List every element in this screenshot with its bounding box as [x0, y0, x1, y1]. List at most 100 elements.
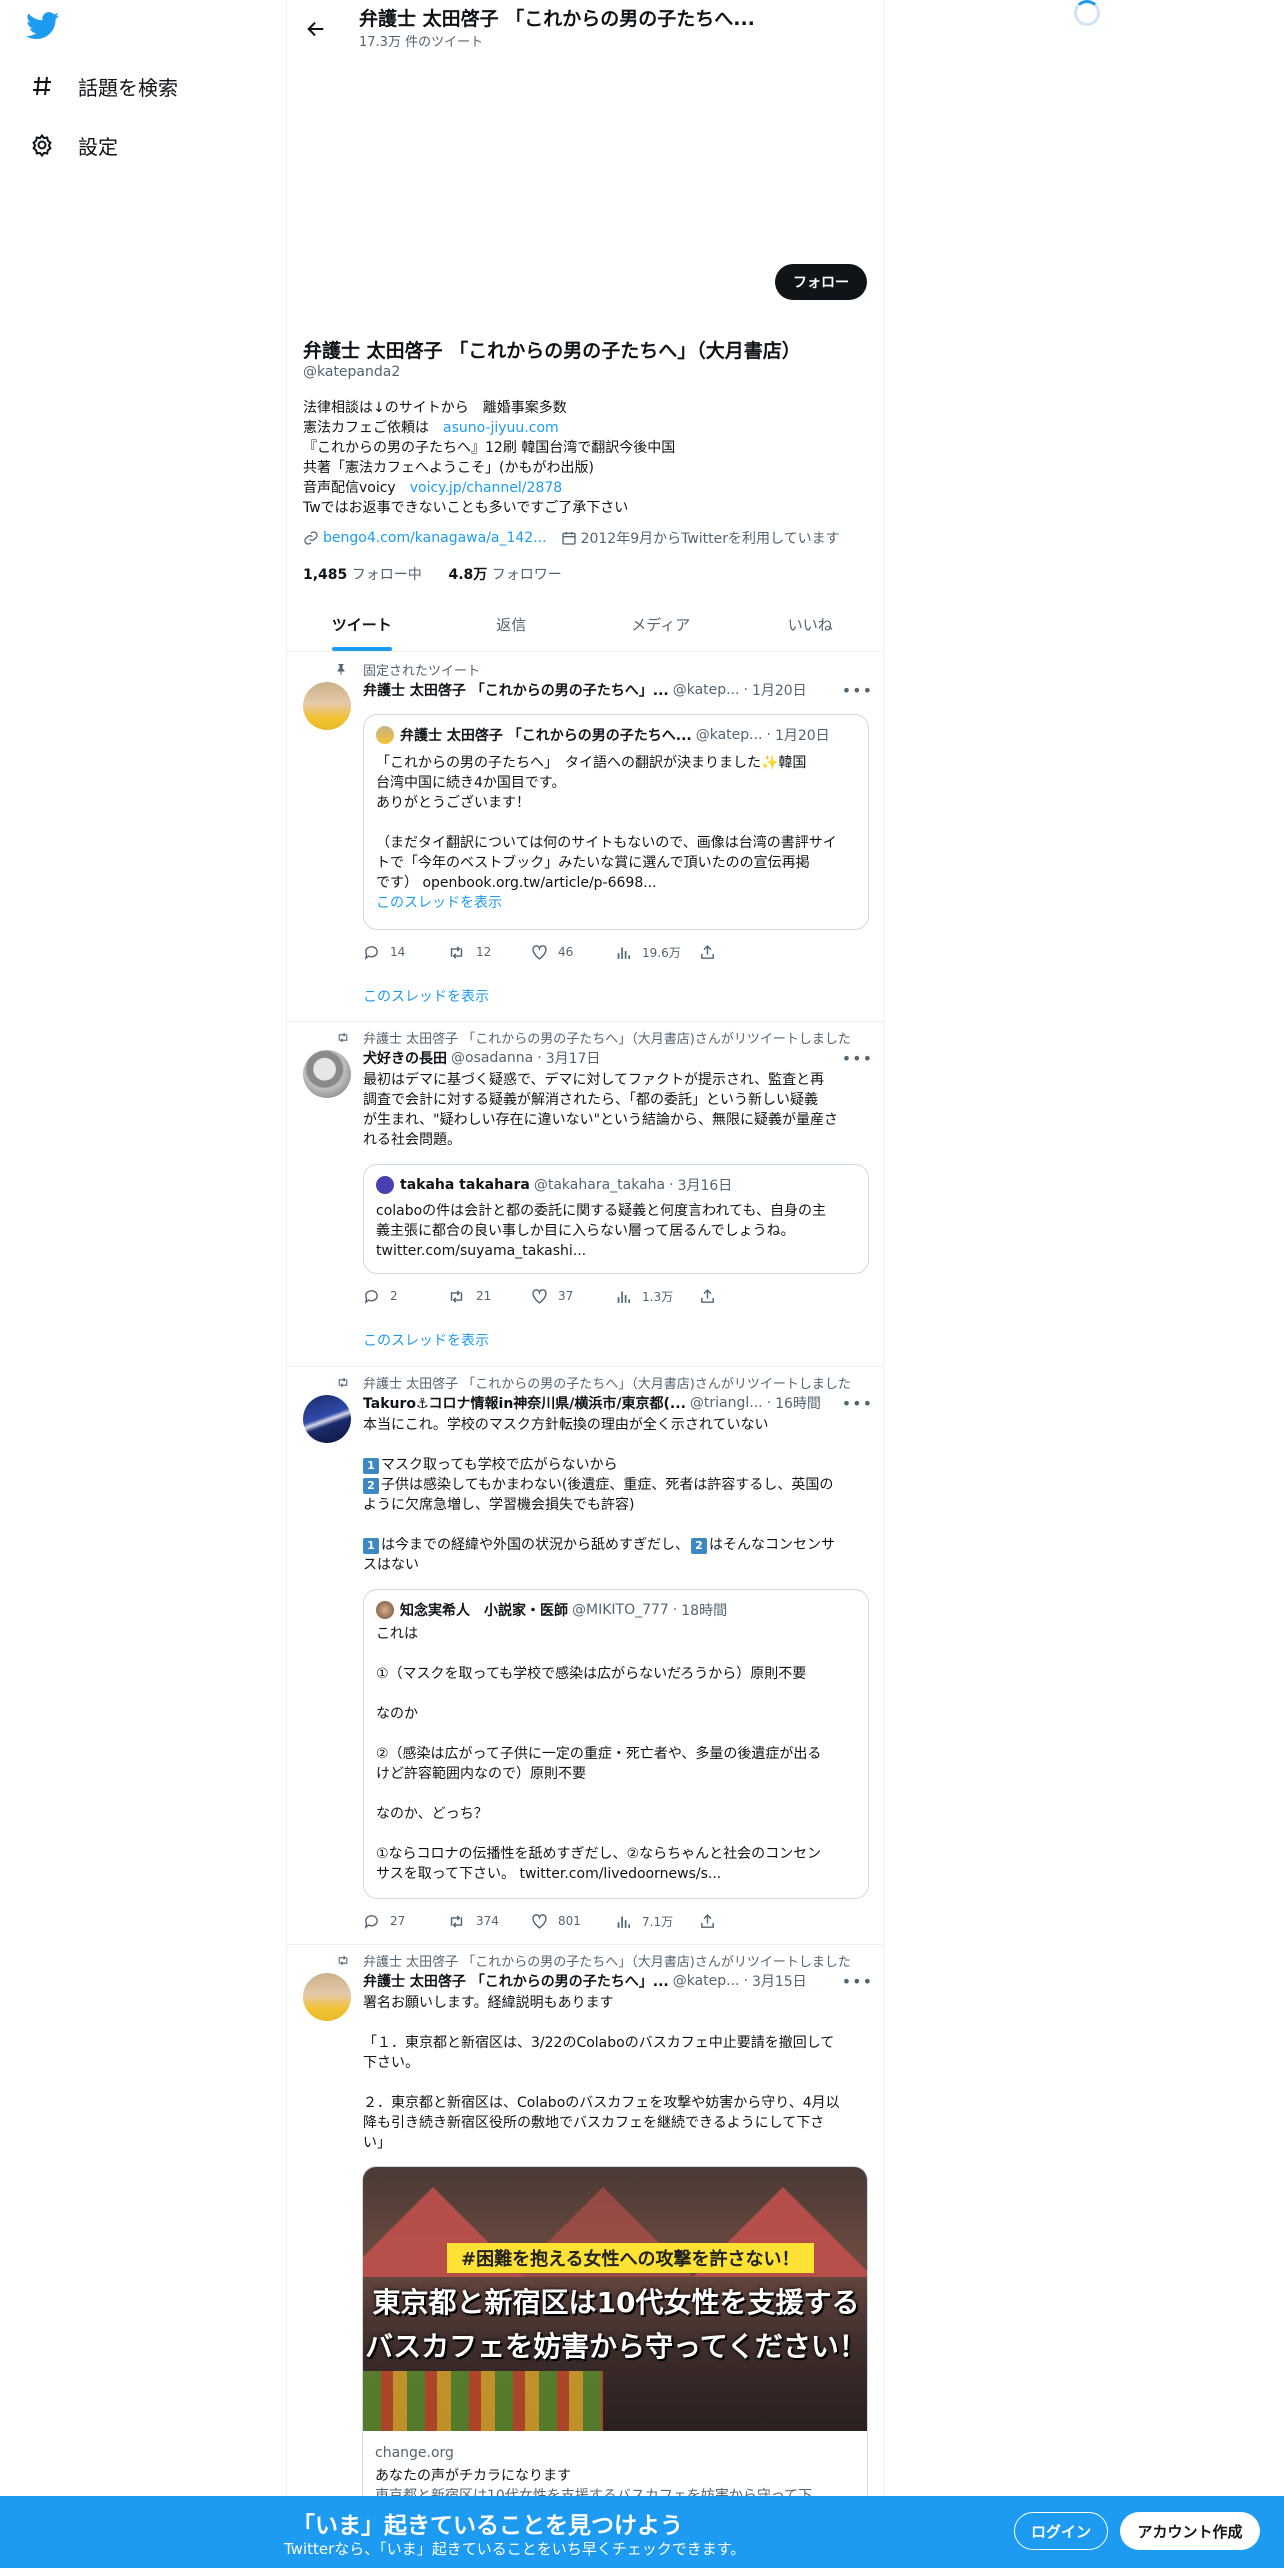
- retweet-icon: [450, 1289, 463, 1303]
- bio-line: 『これからの男の子たちへ』12刷 韓国台湾で翻訳今後中国: [303, 440, 676, 456]
- quoted-tweet[interactable]: takaha takahara @takahara_takaha · 3月16日…: [363, 1164, 869, 1274]
- back-arrow-icon[interactable]: [301, 14, 331, 44]
- quote-avatar: [376, 1601, 394, 1619]
- tweet-time[interactable]: 1月20日: [752, 680, 807, 700]
- quoted-tweet[interactable]: 弁護士 太田啓子 「これからの男の子たちへ... @katep... · 1月2…: [363, 714, 869, 930]
- retweet-button[interactable]: 12: [447, 942, 531, 962]
- followers-link[interactable]: 4.8万 フォロワー: [448, 567, 561, 583]
- tweet-author-handle: @osadanna: [451, 1050, 534, 1066]
- tweet-author-handle: @katep...: [672, 682, 740, 698]
- tweet-author-name[interactable]: 犬好きの長田: [363, 1048, 447, 1068]
- keycap-1-icon: 1: [363, 1538, 379, 1554]
- tweet-line: れる社会問題。: [363, 1132, 461, 1148]
- quote-author-handle: @takahara_takaha: [533, 1177, 666, 1193]
- reply-button[interactable]: 27: [363, 1911, 447, 1931]
- bio-line: 音声配信voicy voicy.jp/channel/2878: [303, 478, 863, 498]
- tweet-dot: ·: [537, 1050, 542, 1066]
- tweet-time[interactable]: 3月15日: [752, 1971, 807, 1991]
- more-icon[interactable]: •••: [842, 681, 873, 700]
- like-button[interactable]: 37: [531, 1286, 615, 1306]
- retweet-button[interactable]: 21: [447, 1286, 531, 1306]
- avatar[interactable]: [303, 1973, 351, 2021]
- quote-line: twitter.com/suyama_takashi...: [376, 1243, 587, 1259]
- show-thread-link[interactable]: このスレッドを表示: [363, 986, 489, 1006]
- retweet-button[interactable]: 374: [447, 1911, 531, 1931]
- tweet-text-span: は今までの経緯や外国の状況から舐めすぎだし、: [381, 1537, 689, 1553]
- views-button[interactable]: 7.1万: [615, 1911, 699, 1931]
- views-button[interactable]: 19.6万: [615, 942, 699, 962]
- tweet-time[interactable]: 16時間: [775, 1393, 821, 1413]
- more-icon[interactable]: •••: [842, 1049, 873, 1068]
- share-button[interactable]: [699, 1286, 783, 1306]
- following-count: 1,485: [303, 567, 348, 583]
- show-thread-link[interactable]: このスレッドを表示: [363, 1330, 489, 1350]
- view-count: 7.1万: [642, 1914, 674, 1929]
- reply-button[interactable]: 14: [363, 942, 447, 962]
- quoted-tweet[interactable]: 知念実希人 小説家・医師 @MIKITO_777 · 18時間 これは ①（マス…: [363, 1589, 869, 1899]
- quote-body: これは ①（マスクを取っても学校で感染は広がらないだろうから）原則不要 なのか …: [376, 1624, 858, 1884]
- keycap-2-icon: 2: [691, 1538, 707, 1554]
- quote-thread-link[interactable]: このスレッドを表示: [376, 893, 858, 913]
- tweet-line: 1 マスク取っても学校で広がらないから: [363, 1455, 873, 1475]
- like-button[interactable]: 801: [531, 1911, 615, 1931]
- more-icon[interactable]: •••: [842, 1972, 873, 1991]
- signup-button[interactable]: アカウント作成: [1120, 2512, 1260, 2550]
- reply-button[interactable]: 2: [363, 1286, 447, 1306]
- quote-body: colaboの件は会計と都の委託に関する疑義と何度言われても、自身の主 義主張に…: [376, 1201, 858, 1261]
- like-button[interactable]: 46: [531, 942, 615, 962]
- tweet[interactable]: 弁護士 太田啓子 「これからの男の子たちへ」（大月書店)さんがリツイートしました…: [287, 1022, 885, 1367]
- reply-count: 2: [390, 1289, 398, 1303]
- card-title: あなたの声がチカラになります: [375, 2468, 571, 2484]
- avatar[interactable]: [303, 1395, 351, 1443]
- view-count: 1.3万: [642, 1289, 674, 1304]
- followers-count: 4.8万: [448, 567, 488, 583]
- bio-link-asuno[interactable]: asuno-jiyuu.com: [443, 420, 559, 436]
- more-icon[interactable]: •••: [842, 1394, 873, 1413]
- retweet-count: 12: [476, 945, 492, 959]
- avatar[interactable]: [303, 682, 351, 730]
- reply-icon: [364, 1914, 378, 1929]
- tab-replies[interactable]: 返信: [437, 598, 587, 651]
- views-button[interactable]: 1.3万: [615, 1286, 699, 1306]
- reply-count: 27: [390, 1914, 406, 1928]
- share-icon: [701, 1288, 714, 1303]
- share-button[interactable]: [699, 942, 783, 962]
- share-button[interactable]: [699, 1911, 783, 1931]
- twitter-logo-icon[interactable]: [26, 12, 62, 44]
- tweet[interactable]: 弁護士 太田啓子 「これからの男の子たちへ」（大月書店)さんがリツイートしました…: [287, 1367, 885, 1945]
- tweet-header: Takuro⚓コロナ情報in神奈川県/横浜市/東京都(... @triangl.…: [363, 1393, 873, 1413]
- link-icon: [304, 531, 318, 545]
- retweet-context-icon: [335, 1030, 353, 1044]
- profile-bio: 法律相談は↓のサイトから 離婚事案多数 憲法カフェご依頼は asuno-jiyu…: [303, 398, 863, 518]
- tweet-author-name[interactable]: 弁護士 太田啓子 「これからの男の子たちへ」...: [363, 1971, 669, 1991]
- follow-button[interactable]: フォロー: [775, 264, 867, 300]
- tweet-dot: ·: [743, 682, 748, 698]
- avatar[interactable]: [303, 1050, 351, 1098]
- tab-likes[interactable]: いいね: [736, 598, 886, 651]
- profile-handle: @katepanda2: [303, 364, 401, 380]
- tweet-author-name[interactable]: Takuro⚓コロナ情報in神奈川県/横浜市/東京都(...: [363, 1393, 686, 1413]
- tweet-time[interactable]: 3月17日: [546, 1048, 601, 1068]
- header-title: 弁護士 太田啓子 「これからの男の子たちへ...: [359, 8, 755, 30]
- tweet-author-name[interactable]: 弁護士 太田啓子 「これからの男の子たちへ」...: [363, 680, 669, 700]
- tab-tweets[interactable]: ツイート: [287, 598, 437, 651]
- tweet[interactable]: 固定されたツイート 弁護士 太田啓子 「これからの男の子たちへ」... @kat…: [287, 652, 885, 1022]
- card-headline-2: バスカフェを妨害から守ってください！: [365, 2330, 867, 2363]
- nav-explore[interactable]: 話題を検索: [28, 66, 178, 106]
- bio-link-voicy[interactable]: voicy.jp/channel/2878: [410, 480, 562, 496]
- quote-line: 義主張に都合の良い事しか目に入らない層って居るんでしょうね。: [376, 1223, 795, 1239]
- profile-website[interactable]: bengo4.com/kanagawa/a_142...: [303, 530, 547, 546]
- tweet-text-span: マスク取っても学校で広がらないから: [381, 1457, 618, 1473]
- quote-author-handle: @katep...: [695, 727, 763, 743]
- left-nav: 話題を検索 設定: [0, 0, 286, 2568]
- nav-settings[interactable]: 設定: [28, 125, 118, 165]
- tweet-context: 弁護士 太田啓子 「これからの男の子たちへ」（大月書店)さんがリツイートしました: [363, 1377, 851, 1392]
- tweet-line: 2 子供は感染してもかまわない(後遺症、重症、死者は許容するし、英国の: [363, 1475, 873, 1495]
- website-link[interactable]: bengo4.com/kanagawa/a_142...: [323, 530, 547, 546]
- following-link[interactable]: 1,485 フォロー中: [303, 567, 422, 583]
- login-button[interactable]: ログイン: [1014, 2512, 1108, 2550]
- tweet-line: 降も引き続き新宿区役所の敷地でバスカフェを継続できるようにして下さ: [363, 2115, 825, 2131]
- quote-line: なのか、どっち？: [376, 1806, 488, 1822]
- tab-media[interactable]: メディア: [586, 598, 736, 651]
- tweet-line: が生まれ、"疑わしい存在に違いない"という結論から、無限に疑義が量産さ: [363, 1112, 839, 1128]
